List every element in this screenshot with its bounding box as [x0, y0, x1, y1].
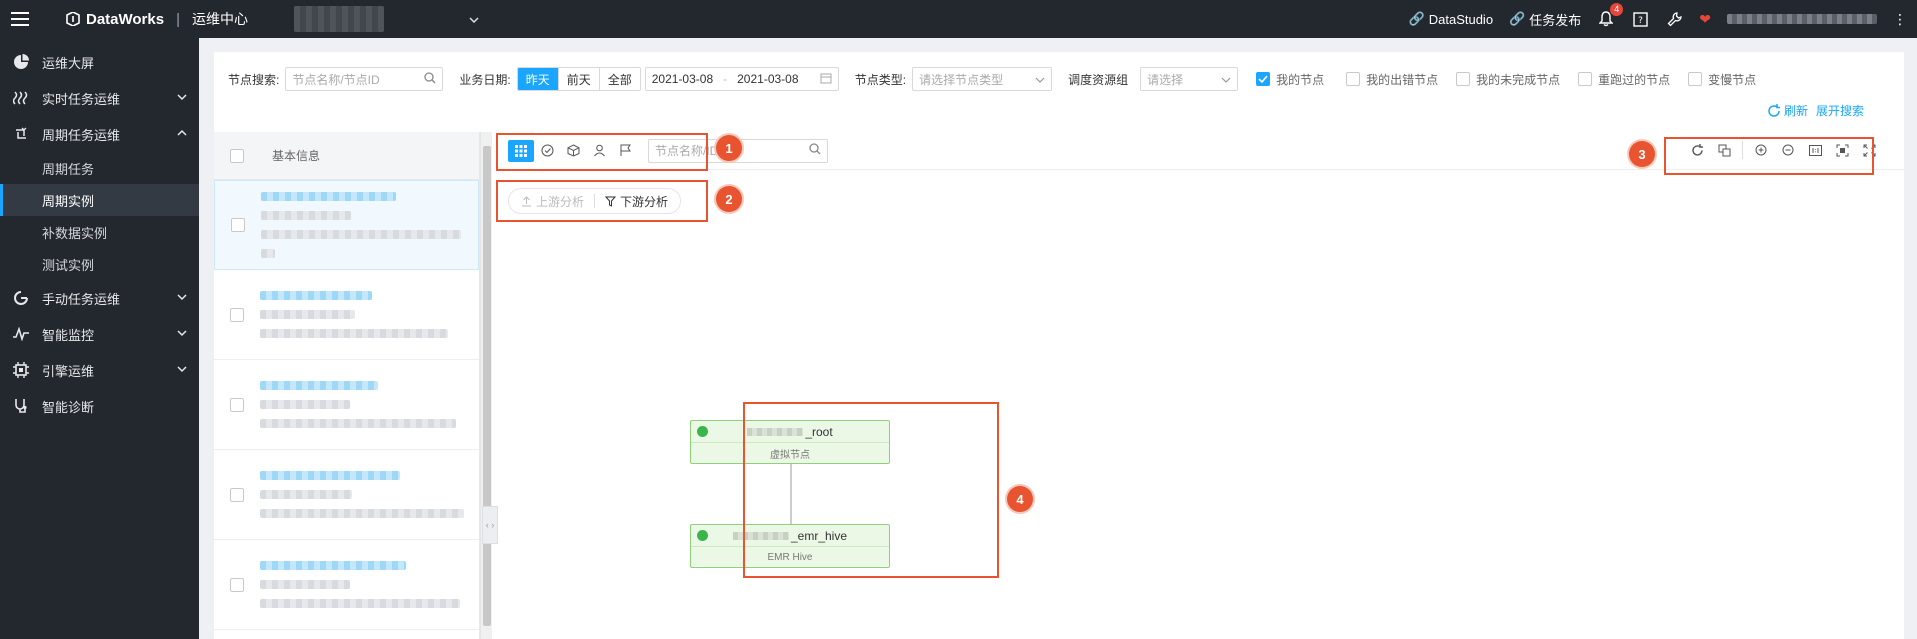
node-type-select[interactable]: 请选择节点类型: [912, 67, 1053, 91]
date-end: 2021-03-08: [737, 72, 799, 86]
sidebar-item-manual[interactable]: 手动任务运维: [0, 280, 199, 316]
chevron-down-icon: [1221, 72, 1231, 86]
biz-date-label: 业务日期:: [459, 72, 511, 87]
help-icon[interactable]: ?: [1631, 10, 1649, 28]
callout-number-4: 4: [1007, 486, 1033, 512]
main-panel: 节点搜索: 节点名称/节点ID 业务日期: 昨天 前天 全部 2021-03-0…: [214, 52, 1904, 639]
filter-bar: 节点搜索: 节点名称/节点ID 业务日期: 昨天 前天 全部 2021-03-0…: [214, 52, 1904, 118]
svg-text:?: ?: [1638, 16, 1643, 26]
chevron-down-icon[interactable]: [177, 92, 187, 102]
workspace-selector[interactable]: [294, 6, 384, 32]
datastudio-link[interactable]: 🔗 DataStudio: [1409, 11, 1494, 27]
publish-link[interactable]: 🔗 任务发布: [1509, 10, 1581, 29]
sidebar-sub-cycle-tasks[interactable]: 周期任务: [0, 152, 199, 184]
sidebar-item-dashboard[interactable]: 运维大屏: [0, 44, 199, 80]
list-header: 基本信息: [214, 132, 479, 180]
callout-box-1: [496, 133, 708, 171]
refresh-button[interactable]: 刷新: [1767, 102, 1808, 119]
sidebar: 运维大屏 实时任务运维 周期任务运维 周期任务 周期实例 补数据实例 测试实例 …: [0, 38, 199, 639]
monitor-icon: [12, 325, 30, 343]
top-bar: DataWorks | 运维中心 🔗 DataStudio 🔗 任务发布 4 ?…: [0, 0, 1917, 38]
date-day-before-button[interactable]: 前天: [557, 68, 599, 90]
menu-icon[interactable]: [0, 0, 40, 38]
date-range-picker[interactable]: 2021-03-08 - 2021-03-08: [644, 67, 839, 91]
cycle-icon: [12, 125, 30, 143]
success-status-icon: [697, 530, 708, 541]
sidebar-item-engine[interactable]: 引擎运维: [0, 352, 199, 388]
wrench-icon[interactable]: [1665, 10, 1683, 28]
callout-box-2: [496, 180, 708, 222]
date-yesterday-button[interactable]: 昨天: [517, 68, 558, 90]
my-unfinished-nodes-checkbox[interactable]: 我的未完成节点: [1456, 71, 1560, 88]
brand-name: DataWorks: [86, 10, 165, 28]
calendar-icon: [820, 72, 832, 87]
my-error-nodes-checkbox[interactable]: 我的出错节点: [1346, 71, 1438, 88]
chevron-down-icon[interactable]: [469, 12, 479, 26]
dashboard-icon: [12, 53, 30, 71]
instance-list: 基本信息: [214, 132, 480, 639]
sidebar-sub-cycle-instances[interactable]: 周期实例: [0, 184, 199, 216]
date-all-button[interactable]: 全部: [598, 68, 640, 90]
link-icon: 🔗: [1509, 11, 1526, 26]
chevron-up-icon[interactable]: [177, 128, 187, 138]
select-all-checkbox[interactable]: [230, 148, 244, 163]
list-item[interactable]: [214, 540, 479, 630]
callout-number-3: 3: [1629, 141, 1655, 167]
sidebar-item-realtime[interactable]: 实时任务运维: [0, 80, 199, 116]
engine-icon: [12, 361, 30, 379]
manual-icon: [12, 289, 30, 307]
chevron-down-icon: [1035, 72, 1045, 86]
list-item[interactable]: [214, 450, 479, 540]
search-icon: [809, 143, 821, 158]
chevron-down-icon[interactable]: [177, 364, 187, 374]
sidebar-item-cycle[interactable]: 周期任务运维: [0, 116, 199, 152]
success-status-icon: [697, 426, 708, 437]
bell-icon[interactable]: 4: [1597, 3, 1624, 28]
node-search-input[interactable]: 节点名称/节点ID: [285, 67, 444, 91]
user-account[interactable]: [1727, 14, 1877, 24]
search-icon: [424, 71, 436, 87]
brand[interactable]: DataWorks | 运维中心: [66, 9, 248, 29]
resource-group-select[interactable]: 请选择: [1140, 67, 1239, 91]
date-start: 2021-03-08: [651, 72, 714, 86]
realtime-icon: [12, 89, 30, 107]
sidebar-sub-backfill-instances[interactable]: 补数据实例: [0, 216, 199, 248]
callout-number-2: 2: [716, 186, 742, 212]
sidebar-item-diagnosis[interactable]: 智能诊断: [0, 388, 199, 424]
favorite-icon[interactable]: ❤: [1699, 11, 1711, 28]
dataworks-logo-icon: [66, 12, 80, 26]
list-item[interactable]: [214, 360, 479, 450]
list-scrollbar[interactable]: [480, 132, 492, 639]
notification-badge: 4: [1610, 3, 1624, 16]
chevron-down-icon[interactable]: [177, 292, 187, 302]
diagnosis-icon: [12, 397, 30, 415]
module-name: 运维中心: [192, 11, 248, 27]
list-item[interactable]: [214, 180, 479, 270]
my-nodes-checkbox[interactable]: 我的节点: [1256, 71, 1324, 88]
list-item[interactable]: [214, 270, 479, 360]
callout-number-1: 1: [716, 135, 742, 161]
resource-group-label: 调度资源组: [1068, 72, 1129, 87]
slow-nodes-checkbox[interactable]: 变慢节点: [1688, 71, 1756, 88]
more-icon[interactable]: ⋮: [1893, 11, 1907, 28]
expand-search-link[interactable]: 展开搜索: [1816, 102, 1864, 119]
chevron-down-icon[interactable]: [177, 328, 187, 338]
refresh-icon: [1768, 103, 1780, 117]
date-quick-select: 昨天 前天 全部: [516, 67, 641, 91]
callout-box-3: [1664, 137, 1874, 175]
link-icon: 🔗: [1408, 11, 1425, 26]
node-search-label: 节点搜索:: [228, 72, 280, 87]
rerun-nodes-checkbox[interactable]: 重跑过的节点: [1578, 71, 1670, 88]
callout-box-4: [743, 402, 999, 578]
checkbox-checked: [1256, 72, 1271, 86]
node-type-label: 节点类型:: [854, 72, 907, 87]
sidebar-item-monitor[interactable]: 智能监控: [0, 316, 199, 352]
sidebar-sub-test-instances[interactable]: 测试实例: [0, 248, 199, 280]
